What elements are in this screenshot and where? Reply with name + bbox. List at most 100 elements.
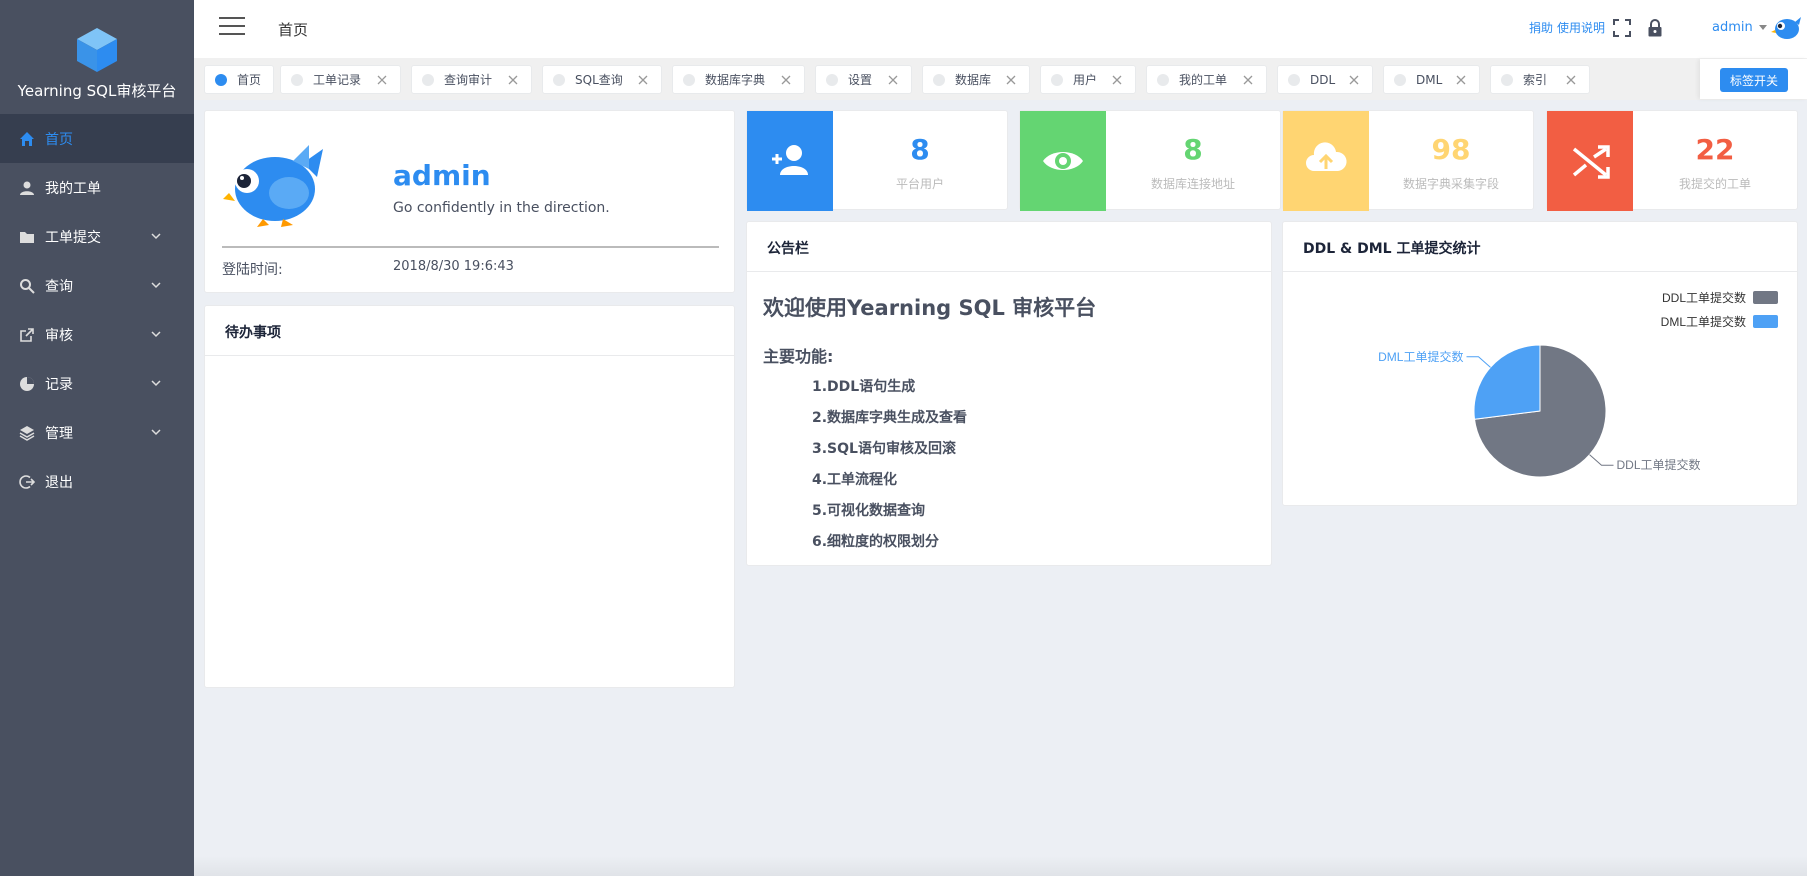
legend-swatch[interactable] — [1753, 315, 1778, 328]
todo-card: 待办事项 — [204, 305, 735, 688]
stat-card-users: 8 平台用户 — [746, 110, 1008, 211]
tag-sql-query[interactable]: SQL查询 — [542, 65, 662, 94]
close-icon[interactable] — [1455, 74, 1467, 86]
home-icon — [19, 131, 35, 147]
profile-motto: Go confidently in the direction. — [393, 200, 610, 216]
tag-query-audit[interactable]: 查询审计 — [411, 65, 532, 94]
tag-dot — [1501, 73, 1513, 86]
sidebar-item-label: 管理 — [45, 425, 73, 442]
sidebar-item-query[interactable]: 查询 — [0, 261, 194, 310]
tag-dot — [1394, 73, 1406, 86]
tag-ddl[interactable]: DDL — [1277, 65, 1373, 94]
caret-down-icon — [1758, 25, 1767, 30]
profile-card: admin Go confidently in the direction. 登… — [204, 110, 735, 293]
tag-dot — [933, 73, 945, 86]
tag-toggle-button[interactable]: 标签开关 — [1720, 68, 1788, 92]
stat-card-dict-fields: 98 数据字典采集字段 — [1282, 110, 1534, 211]
tag-db-dictionary[interactable]: 数据库字典 — [672, 65, 805, 94]
person-icon — [19, 180, 35, 196]
shuffle-icon — [1547, 111, 1633, 211]
close-icon[interactable] — [780, 74, 792, 86]
tag-users[interactable]: 用户 — [1040, 65, 1136, 94]
sidebar-item-label: 记录 — [45, 376, 73, 393]
stat-card-my-orders: 22 我提交的工单 — [1546, 110, 1798, 211]
manual-link[interactable]: 使用说明 — [1557, 21, 1605, 35]
app-name: Yearning SQL审核平台 — [17, 81, 177, 100]
folder-icon — [19, 229, 35, 245]
tag-label: 数据库字典 — [705, 73, 766, 87]
chevron-down-icon — [151, 233, 161, 240]
legend-label[interactable]: DDL工单提交数 — [1662, 290, 1746, 305]
list-item: 6.细粒度的权限划分 — [812, 534, 940, 550]
tag-order-records[interactable]: 工单记录 — [280, 65, 401, 94]
sidebar-item-manage[interactable]: 管理 — [0, 408, 194, 457]
sidebar-item-my-orders[interactable]: 我的工单 — [0, 163, 194, 212]
tag-label: 查询审计 — [444, 73, 493, 87]
close-icon[interactable] — [637, 74, 649, 86]
logout-icon — [19, 474, 35, 490]
pie-label: DDL工单提交数 — [1617, 457, 1701, 472]
breadcrumb: 首页 — [278, 21, 309, 39]
feature-list: 1.DDL语句生成 2.数据库字典生成及查看 3.SQL语句审核及回滚 4.工单… — [812, 377, 967, 563]
lock-icon[interactable] — [1647, 19, 1663, 37]
login-time-label: 登陆时间: — [222, 262, 283, 278]
list-item: 5.可视化数据查询 — [812, 503, 926, 519]
tag-my-orders[interactable]: 我的工单 — [1146, 65, 1267, 94]
divider — [222, 246, 719, 248]
tag-settings[interactable]: 设置 — [815, 65, 912, 94]
footer-bar — [194, 856, 1807, 876]
todo-title: 待办事项 — [205, 306, 734, 356]
add-user-icon — [747, 111, 833, 211]
fullscreen-icon[interactable] — [1613, 19, 1631, 37]
close-icon[interactable] — [507, 74, 519, 86]
external-link-icon — [19, 327, 35, 343]
tag-dot — [1157, 73, 1169, 86]
pie-chart-icon — [19, 376, 35, 392]
cloud-upload-icon — [1283, 111, 1369, 211]
close-icon[interactable] — [376, 74, 388, 86]
tag-dot — [826, 73, 838, 86]
tag-label: 用户 — [1073, 73, 1098, 87]
search-icon — [19, 278, 35, 294]
stat-label: 平台用户 — [895, 177, 944, 191]
stat-label: 数据库连接地址 — [1150, 177, 1235, 191]
sidebar-item-logout[interactable]: 退出 — [0, 457, 194, 506]
sidebar-item-records[interactable]: 记录 — [0, 359, 194, 408]
close-icon[interactable] — [1348, 74, 1360, 86]
avatar[interactable] — [1771, 14, 1801, 42]
sidebar-item-home[interactable]: 首页 — [0, 114, 194, 163]
tag-dot — [422, 73, 434, 86]
legend-label[interactable]: DML工单提交数 — [1661, 314, 1746, 329]
tag-dot — [1051, 73, 1063, 86]
tag-database[interactable]: 数据库 — [922, 65, 1030, 94]
stat-value: 22 — [1695, 133, 1735, 166]
tag-home[interactable]: 首页 — [204, 65, 274, 94]
close-icon[interactable] — [1242, 74, 1254, 86]
close-icon[interactable] — [1111, 74, 1123, 86]
sidebar-item-audit[interactable]: 审核 — [0, 310, 194, 359]
close-icon[interactable] — [887, 74, 899, 86]
tag-label: 首页 — [237, 73, 262, 87]
stat-value: 98 — [1431, 133, 1471, 166]
stat-card-db-connections: 8 数据库连接地址 — [1019, 110, 1281, 211]
donate-link[interactable]: 捐助 — [1529, 21, 1553, 35]
user-menu[interactable]: admin — [1712, 20, 1767, 35]
sidebar-item-label: 工单提交 — [45, 229, 101, 246]
tag-index[interactable]: 索引 — [1490, 65, 1590, 94]
close-icon[interactable] — [1565, 74, 1577, 86]
pie-slice[interactable] — [1473, 344, 1541, 420]
sidebar-item-submit-order[interactable]: 工单提交 — [0, 212, 194, 261]
list-item: 3.SQL语句审核及回滚 — [812, 441, 956, 457]
top-header: 首页 捐助 使用说明 admin — [194, 0, 1807, 58]
user-name-label: admin — [1712, 20, 1753, 35]
chart-card: DDL & DML 工单提交统计 DDL工单提交数 DML工单提交数 DDL工单提交… — [1282, 221, 1798, 506]
stat-label: 我提交的工单 — [1678, 177, 1751, 191]
legend-swatch[interactable] — [1753, 291, 1778, 304]
tag-label: SQL查询 — [575, 73, 623, 87]
pie-leader-line — [1589, 454, 1614, 466]
tag-dml[interactable]: DML — [1383, 65, 1480, 94]
menu-toggle-icon[interactable] — [219, 17, 245, 37]
close-icon[interactable] — [1005, 74, 1017, 86]
tag-label: 设置 — [848, 73, 873, 87]
notice-head: 公告栏 — [747, 222, 1271, 272]
